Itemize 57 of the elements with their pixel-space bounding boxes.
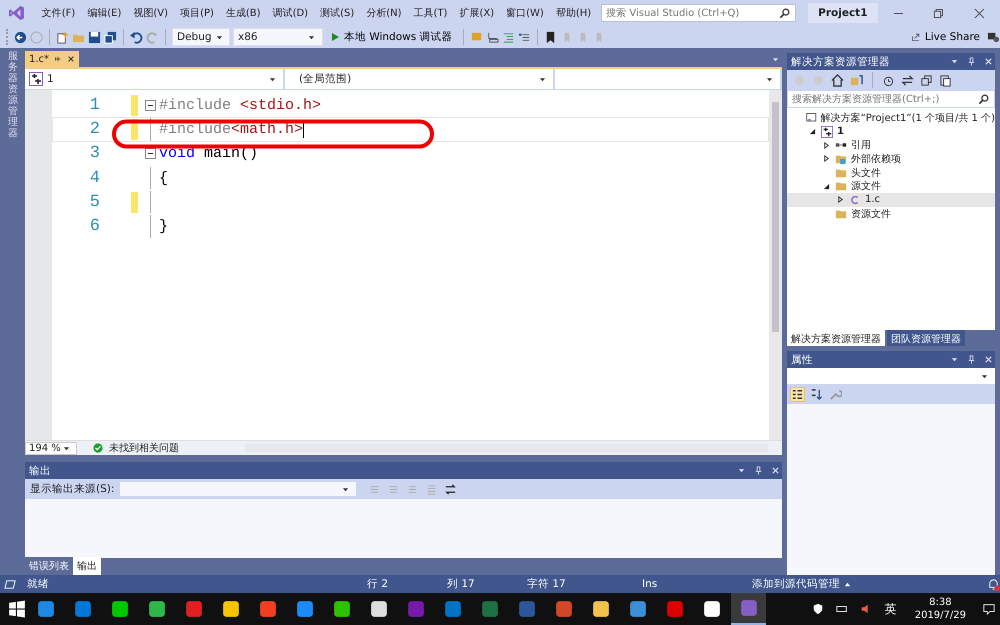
- menu-item[interactable]: 窗口(W): [500, 6, 550, 20]
- tree-item[interactable]: 头文件: [787, 166, 995, 180]
- tree-item[interactable]: 源文件: [787, 179, 995, 194]
- tree-item[interactable]: 资源文件: [787, 206, 995, 220]
- menu-item[interactable]: 生成(B): [220, 6, 267, 20]
- line-number: 4: [88, 168, 101, 188]
- output-source-label: 显示输出来源(S):: [30, 482, 114, 496]
- menu-item[interactable]: 测试(S): [314, 6, 360, 20]
- run-button[interactable]: 本地 Windows 调试器: [326, 30, 457, 44]
- scope-dropdown[interactable]: (全局范围): [285, 69, 555, 89]
- tree-item[interactable]: 1: [787, 124, 995, 138]
- menu-item[interactable]: 项目(P): [174, 6, 220, 20]
- code-line: #include <stdio.h>: [158, 96, 322, 114]
- clock-time: 8:38: [929, 596, 952, 609]
- platform-dropdown[interactable]: x86: [233, 28, 323, 46]
- line-number: 3: [88, 144, 101, 164]
- configuration-dropdown[interactable]: Debug: [172, 28, 230, 46]
- menu-item[interactable]: 视图(V): [127, 6, 174, 20]
- code-line: {: [158, 170, 168, 187]
- panel-tab[interactable]: 输出: [73, 557, 101, 575]
- panel-title: 属性: [791, 352, 813, 366]
- menu-item[interactable]: 分析(N): [360, 6, 408, 20]
- tree-item[interactable]: 1.c: [787, 193, 995, 207]
- line-number: 2: [88, 120, 101, 139]
- live-share-button[interactable]: Live Share: [906, 31, 984, 43]
- panel-tab[interactable]: 团队资源管理器: [887, 330, 965, 346]
- input-method-indicator[interactable]: 英: [884, 600, 897, 618]
- clock-date: 2019/7/29: [914, 609, 966, 622]
- line-number: 1: [88, 96, 101, 115]
- tree-item[interactable]: 引用: [787, 138, 995, 152]
- panel-title: 解决方案资源管理器: [791, 54, 890, 68]
- tree-item[interactable]: 解决方案“Project1”(1 个项目/共 1 个): [787, 111, 995, 125]
- menu-item[interactable]: 文件(F): [36, 6, 82, 20]
- menu-item[interactable]: 编辑(E): [81, 6, 128, 20]
- panel-title: 输出: [29, 464, 51, 478]
- issues-status: 未找到相关问题: [109, 442, 179, 455]
- menu-item[interactable]: 扩展(X): [453, 6, 500, 20]
- insert-mode-indicator: Ins: [642, 578, 658, 590]
- column-indicator: 列 17: [447, 577, 476, 591]
- zoom-dropdown[interactable]: 194 %: [25, 442, 77, 454]
- source-control-button[interactable]: 添加到源代码管理: [752, 577, 840, 591]
- document-tab[interactable]: 1.c*: [25, 51, 80, 67]
- search-field[interactable]: 搜索 Visual Studio (Ctrl+Q): [601, 4, 796, 22]
- line-number: 5: [88, 192, 101, 212]
- line-number: 6: [88, 217, 101, 236]
- menu-item[interactable]: 帮助(H): [550, 6, 598, 20]
- menu-item[interactable]: 调试(D): [266, 6, 314, 20]
- menu-item[interactable]: 工具(T): [408, 6, 454, 20]
- project-dropdown[interactable]: 1: [25, 69, 285, 89]
- status-text: 就绪: [27, 577, 50, 591]
- code-line: }: [158, 218, 168, 236]
- panel-tab[interactable]: 解决方案资源管理器: [787, 330, 885, 346]
- character-indicator: 字符 17: [527, 577, 567, 591]
- code-line: #include<math.h>: [158, 120, 304, 138]
- tree-item[interactable]: 外部依赖项: [787, 152, 995, 166]
- project-name: Project1: [808, 3, 878, 23]
- line-indicator: 行 2: [367, 577, 390, 591]
